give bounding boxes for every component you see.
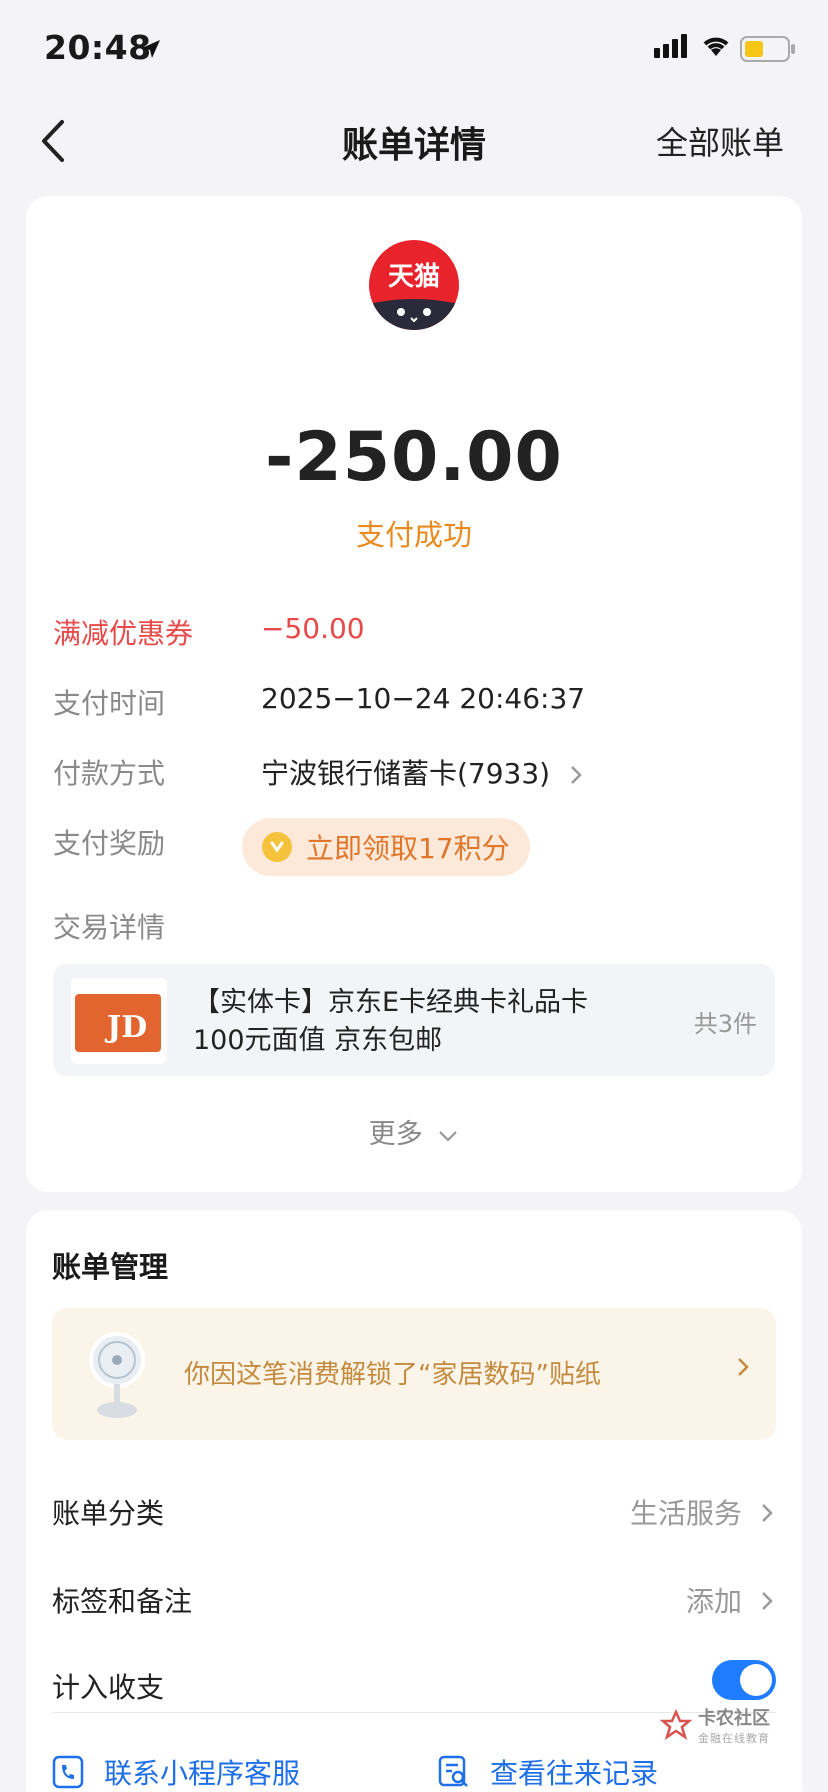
sticker-banner[interactable]: 你因这笔消费解锁了“家居数码”贴纸: [52, 1308, 776, 1440]
bill-category-value: 生活服务: [629, 1497, 742, 1530]
chevron-right-icon: [571, 766, 582, 784]
cellular-signal-icon: [654, 34, 687, 58]
chevron-right-icon: [738, 1358, 749, 1376]
view-history-button[interactable]: 查看往来记录: [438, 1752, 658, 1792]
product-quantity: 共3件: [693, 1010, 757, 1038]
battery-icon: [740, 36, 795, 62]
bill-category-label: 账单分类: [52, 1497, 165, 1530]
contact-service-label: 联系小程序客服: [104, 1757, 301, 1790]
include-income-label: 计入收支: [52, 1671, 165, 1704]
include-income-toggle[interactable]: [712, 1660, 776, 1700]
watermark-text: 卡农社区 金融在线教育: [698, 1704, 770, 1746]
watermark: 卡农社区 金融在线教育: [660, 1704, 770, 1746]
wifi-icon: [703, 37, 729, 56]
view-history-label: 查看往来记录: [490, 1757, 659, 1790]
pay-time-label: 支付时间: [53, 687, 166, 720]
discount-value: −50.00: [261, 612, 365, 645]
tmall-cat-icon: [369, 299, 459, 330]
watermark-logo-icon: [660, 1709, 692, 1740]
payment-status: 支付成功: [355, 518, 472, 552]
bill-category-row[interactable]: 账单分类 生活服务: [52, 1484, 776, 1544]
search-record-icon: [438, 1755, 468, 1787]
jd-logo-icon: JD: [107, 1010, 148, 1045]
merchant-name: [26, 376, 802, 386]
payment-amount: -250.00: [265, 418, 563, 497]
transaction-label: 交易详情: [53, 911, 166, 944]
chevron-right-icon: [762, 1592, 773, 1610]
nav-bar: 账单详情 全部账单: [0, 96, 828, 186]
watermark-main: 卡农社区: [698, 1708, 770, 1729]
pay-time-value: 2025−10−24 20:46:37: [261, 682, 586, 715]
status-bar: 20:48: [0, 0, 828, 96]
management-title: 账单管理: [52, 1250, 169, 1284]
claim-points-label: 立即领取17积分: [306, 832, 510, 865]
chevron-down-icon: [439, 1130, 458, 1142]
more-label: 更多: [368, 1119, 423, 1150]
product-image: JD: [71, 978, 167, 1064]
pay-method-text: 宁波银行储蓄卡(7933): [261, 757, 551, 790]
watermark-sub: 金融在线教育: [698, 1732, 770, 1745]
product-item[interactable]: JD 【实体卡】京东E卡经典卡礼品卡100元面值 京东包邮 共3件: [53, 964, 775, 1076]
merchant-logo: 天猫: [369, 240, 459, 330]
sticker-text: 你因这笔消费解锁了“家居数码”贴纸: [184, 1360, 601, 1390]
status-time: 20:48: [44, 28, 152, 67]
phone-service-icon: [52, 1755, 84, 1789]
chevron-right-icon: [762, 1504, 773, 1522]
tags-notes-value: 添加: [685, 1585, 742, 1618]
toggle-knob: [740, 1664, 772, 1696]
coin-icon: [262, 832, 292, 862]
claim-points-button[interactable]: 立即领取17积分: [242, 818, 530, 876]
fan-sticker-icon: [89, 1332, 145, 1418]
all-bills-link[interactable]: 全部账单: [656, 118, 784, 164]
merchant-logo-text: 天猫: [387, 262, 440, 292]
contact-service-button[interactable]: 联系小程序客服: [52, 1752, 300, 1792]
location-arrow-icon: [142, 40, 160, 58]
tags-notes-row[interactable]: 标签和备注 添加: [52, 1572, 776, 1632]
pay-reward-label: 支付奖励: [53, 827, 166, 860]
more-button[interactable]: 更多: [26, 1112, 802, 1151]
bill-detail-card: 天猫 -250.00 支付成功 满减优惠券 −50.00 支付时间 2025−1…: [26, 196, 802, 1192]
tags-notes-label: 标签和备注: [52, 1585, 193, 1618]
product-title: 【实体卡】京东E卡经典卡礼品卡100元面值 京东包邮: [193, 987, 589, 1056]
bottom-actions: 联系小程序客服 查看往来记录: [52, 1752, 776, 1792]
pay-method-value[interactable]: 宁波银行储蓄卡(7933): [261, 752, 583, 792]
pay-method-label: 付款方式: [53, 757, 166, 790]
discount-label: 满减优惠券: [53, 617, 194, 650]
